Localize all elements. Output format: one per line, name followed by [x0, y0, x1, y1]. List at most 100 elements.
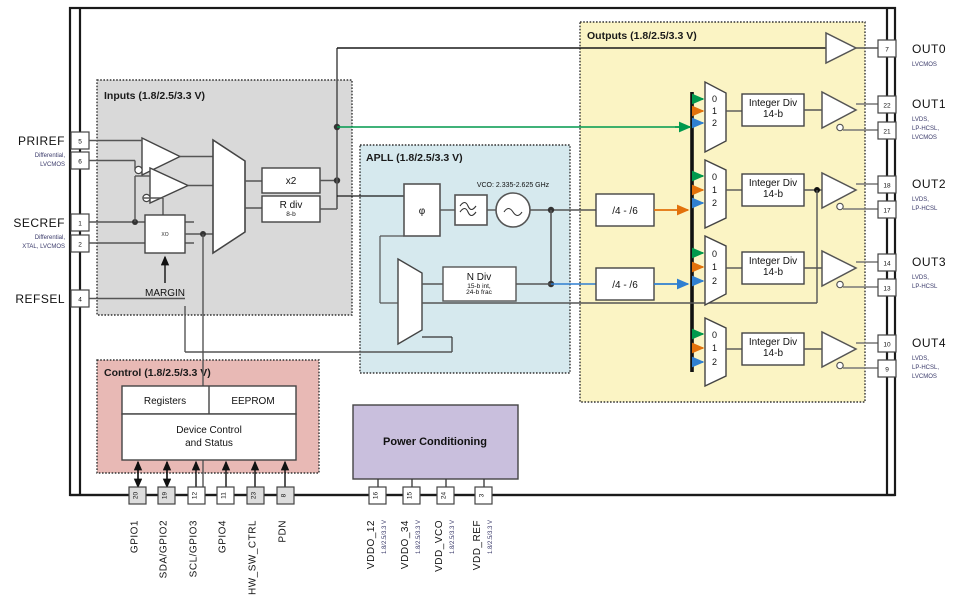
out2-mux-input-0: 0 [712, 172, 717, 182]
bottom-label-scl-gpio3: SCL/GPIO3 [189, 520, 200, 577]
block-diagram-canvas: Inputs (1.8/2.5/3.3 V) APLL (1.8/2.5/3.3… [0, 0, 961, 605]
pin-number-19: 19 [162, 492, 169, 500]
out1-mux-input-2: 2 [712, 118, 717, 128]
pin-number-10: 10 [883, 342, 891, 349]
out2-mux-input-1: 1 [712, 185, 717, 195]
bottom-pin-hw-sw-ctrl: 23 HW_SW_CTRL [246, 486, 265, 595]
rdiv-block-sublabel: 8-b [286, 211, 296, 218]
output-sub-out3-1: LP-HCSL [912, 284, 938, 290]
output-label-out3: OUT3 [912, 255, 946, 269]
device-control-label-1: Device Control [176, 425, 242, 436]
signal-secref: SECREF Differential, XTAL, LVCMOS 1 2 [13, 213, 90, 253]
signal-label-secref: SECREF [13, 216, 65, 230]
bottom-label-sda-gpio2: SDA/GPIO2 [159, 520, 170, 578]
output-sub-out3-0: LVDS, [912, 275, 929, 281]
bottom-label-vddo-34: VDDO_34 [400, 520, 411, 569]
out4-intdiv-sub: 14-b [763, 348, 783, 359]
pin-number-18: 18 [883, 183, 891, 190]
eeprom-block-label: EEPROM [231, 396, 274, 407]
output-pin-out0: 7 OUT0 LVCMOS [877, 39, 946, 68]
output-label-out4: OUT4 [912, 336, 946, 350]
pin-number-11: 11 [221, 492, 228, 499]
output-sub-out4-2: LVCMOS [912, 374, 937, 380]
control-group-label: Control (1.8/2.5/3.3 V) [104, 367, 211, 379]
bottom-pin-vddo-12: 16 VDDO_12 1.8/2.5/3.3 V [366, 486, 388, 569]
apll-group-label: APLL (1.8/2.5/3.3 V) [366, 152, 463, 164]
pin-number-23: 23 [251, 492, 258, 500]
bottom-label-vdd-vco: VDD_VCO [434, 520, 445, 572]
pin-number-1: 1 [78, 221, 82, 228]
margin-label: MARGIN [145, 288, 185, 299]
out1-intdiv-sub: 14-b [763, 109, 783, 120]
output-sub-out0-0: LVCMOS [912, 62, 937, 68]
out3-intdiv-label: Integer Div [749, 256, 797, 267]
pin-number-21: 21 [883, 129, 891, 136]
bottom-label-gpio4: GPIO4 [218, 520, 229, 553]
bottom-pin-gpio4: 11 GPIO4 [216, 486, 235, 553]
pin-number-22: 22 [883, 103, 891, 110]
output-pin-out3: 14 13 OUT3 LVDS, LP-HCSL [877, 253, 946, 297]
pin-number-16: 16 [373, 492, 380, 500]
pin-number-3: 3 [479, 493, 486, 497]
pin-number-2: 2 [78, 242, 82, 249]
output-label-out2: OUT2 [912, 177, 946, 191]
pin-number-7: 7 [885, 47, 889, 54]
bottom-label-gpio1: GPIO1 [130, 520, 141, 553]
registers-block-label: Registers [144, 396, 186, 407]
div46-a-label: /4 - /6 [612, 206, 638, 217]
bottom-pin-vddo-34: 15 VDDO_34 1.8/2.5/3.3 V [400, 486, 422, 569]
bottom-sub-vdd-ref: 1.8/2.5/3.3 V [488, 520, 494, 554]
bottom-sub-vdd-vco: 1.8/2.5/3.3 V [450, 520, 456, 554]
output-sub-out2-1: LP-HCSL [912, 206, 938, 212]
diagram-svg: Inputs (1.8/2.5/3.3 V) APLL (1.8/2.5/3.3… [13, 6, 946, 595]
bottom-pin-gpio1: 20 GPIO1 [128, 486, 147, 553]
pin-number-14: 14 [883, 261, 891, 268]
out2-mux-input-2: 2 [712, 198, 717, 208]
output-sub-out1-2: LVCMOS [912, 135, 937, 141]
pin-number-15: 15 [407, 492, 414, 500]
out3-mux-input-0: 0 [712, 249, 717, 259]
bottom-sub-vddo-34: 1.8/2.5/3.3 V [416, 520, 422, 554]
signal-label-priref: PRIREF [18, 134, 65, 148]
signal-sub-priref-0: Differential, [35, 153, 66, 159]
out4-mux-input-1: 1 [712, 343, 717, 353]
pin-number-9: 9 [885, 367, 889, 374]
signal-sub-secref-1: XTAL, LVCMOS [22, 244, 65, 250]
signal-priref: PRIREF Differential, LVCMOS 5 6 [18, 131, 90, 170]
out2-intdiv-label: Integer Div [749, 178, 797, 189]
bottom-label-vdd-ref: VDD_REF [472, 520, 483, 570]
pin-number-20: 20 [133, 492, 140, 500]
out1-mux-input-0: 0 [712, 94, 717, 104]
output-sub-out2-0: LVDS, [912, 197, 929, 203]
bottom-sub-vddo-12: 1.8/2.5/3.3 V [382, 520, 388, 554]
out3-mux-input-2: 2 [712, 276, 717, 286]
vco-frequency-note: VCO: 2.335-2.625 GHz [477, 182, 550, 189]
x2-block-label: x2 [286, 176, 297, 187]
xo-block-label: XO [161, 232, 168, 238]
out3-intdiv-sub: 14-b [763, 267, 783, 278]
bottom-label-hw-sw-ctrl: HW_SW_CTRL [248, 520, 259, 595]
output-sub-out1-1: LP-HCSL, [912, 126, 939, 132]
ndiv-block-sub2: 24-b frac [466, 289, 492, 296]
signal-refsel: REFSEL 4 [15, 289, 90, 308]
bottom-pin-scl-gpio3: 12 SCL/GPIO3 [187, 486, 206, 577]
out1-mux-input-1: 1 [712, 106, 717, 116]
bottom-pin-vdd-vco: 24 VDD_VCO 1.8/2.5/3.3 V [434, 486, 456, 572]
pin-number-12: 12 [192, 492, 199, 500]
output-pin-out2: 18 17 OUT2 LVDS, LP-HCSL [877, 175, 946, 219]
power-pin-stems [377, 479, 485, 487]
control-block-inner: Registers EEPROM Device Control and Stat… [121, 385, 297, 461]
pin-number-5: 5 [78, 139, 82, 146]
signal-sub-secref-0: Differential, [35, 235, 66, 241]
output-label-out1: OUT1 [912, 97, 946, 111]
output-sub-out1-0: LVDS, [912, 117, 929, 123]
out1-intdiv-label: Integer Div [749, 98, 797, 109]
outputs-group-label: Outputs (1.8/2.5/3.3 V) [587, 30, 697, 42]
output-pin-out1: 22 21 OUT1 LVDS, LP-HCSL, LVCMOS [877, 95, 946, 141]
output-label-out0: OUT0 [912, 42, 946, 56]
bottom-pin-pdn: 8 PDN [276, 486, 295, 543]
pin-number-17: 17 [883, 208, 891, 215]
rdiv-block-label: R div [280, 200, 303, 211]
output-pin-out4: 10 9 OUT4 LVDS, LP-HCSL, LVCMOS [877, 334, 946, 380]
pin-number-24: 24 [441, 492, 448, 500]
